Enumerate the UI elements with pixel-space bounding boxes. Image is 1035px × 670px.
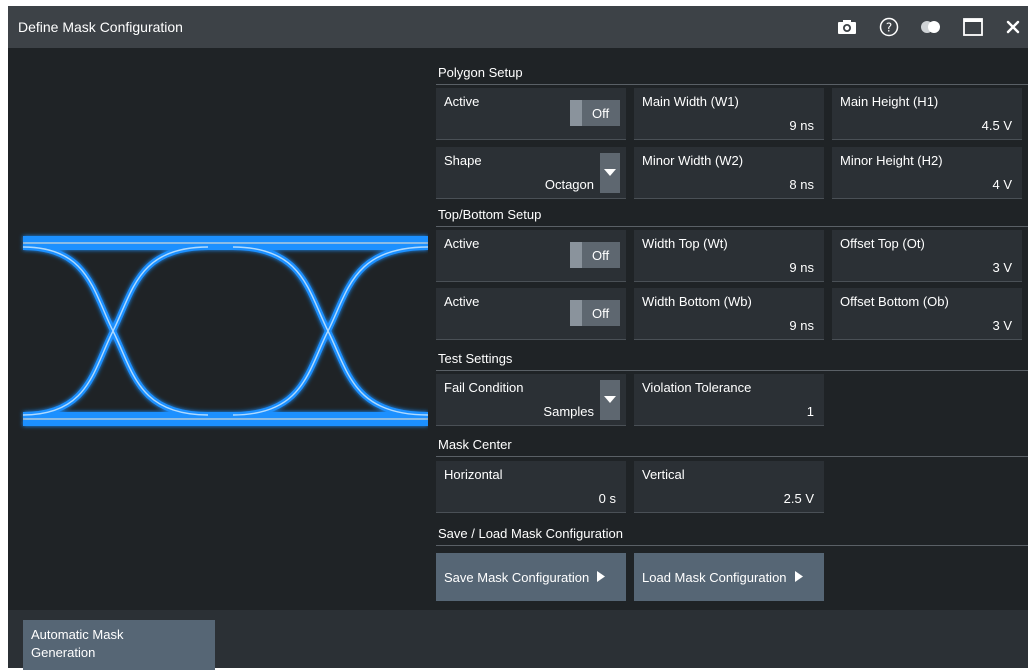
bottom-active-field: Active Off — [436, 288, 626, 340]
automatic-mask-generation-button[interactable]: Automatic Mask Generation — [23, 620, 215, 670]
title-bar: Define Mask Configuration ? — [8, 6, 1028, 48]
section-top-bottom-setup: Top/Bottom Setup — [436, 204, 1028, 227]
width-bottom-field[interactable]: Width Bottom (Wb) 9 ns — [634, 288, 824, 340]
toggle-knob — [570, 100, 582, 126]
camera-icon[interactable] — [836, 16, 858, 38]
polygon-active-field: Active Off — [436, 88, 626, 140]
maximize-icon[interactable] — [962, 16, 984, 38]
fail-condition-dropdown[interactable]: Fail Condition Samples — [436, 374, 626, 426]
play-arrow-icon — [597, 570, 606, 585]
section-save-load: Save / Load Mask Configuration — [436, 523, 1028, 546]
toggle-knob — [570, 242, 582, 268]
vertical-field[interactable]: Vertical 2.5 V — [634, 461, 824, 513]
section-test-settings: Test Settings — [436, 348, 1028, 371]
help-icon[interactable]: ? — [878, 16, 900, 38]
svg-text:?: ? — [886, 21, 892, 35]
violation-tolerance-field[interactable]: Violation Tolerance 1 — [634, 374, 824, 426]
window-title: Define Mask Configuration — [18, 19, 183, 35]
toggle-knob — [570, 300, 582, 326]
shape-dropdown[interactable]: Shape Octagon — [436, 147, 626, 199]
polygon-active-toggle[interactable]: Off — [570, 100, 620, 126]
section-polygon-setup: Polygon Setup — [436, 62, 1028, 85]
eye-diagram-preview — [18, 51, 429, 611]
offset-bottom-field[interactable]: Offset Bottom (Ob) 3 V — [832, 288, 1022, 340]
horizontal-field[interactable]: Horizontal 0 s — [436, 461, 626, 513]
top-active-field: Active Off — [436, 230, 626, 282]
bottom-active-toggle[interactable]: Off — [570, 300, 620, 326]
main-width-field[interactable]: Main Width (W1) 9 ns — [634, 88, 824, 140]
main-height-field[interactable]: Main Height (H1) 4.5 V — [832, 88, 1022, 140]
close-icon[interactable] — [1002, 16, 1024, 38]
play-arrow-icon — [794, 570, 803, 585]
section-mask-center: Mask Center — [436, 434, 1028, 457]
chevron-down-icon[interactable] — [600, 153, 620, 193]
offset-top-field[interactable]: Offset Top (Ot) 3 V — [832, 230, 1022, 282]
toggle-display-icon[interactable] — [920, 16, 942, 38]
bottom-softkey-bar: Automatic Mask Generation — [8, 610, 1028, 670]
chevron-down-icon[interactable] — [600, 380, 620, 420]
top-active-toggle[interactable]: Off — [570, 242, 620, 268]
minor-width-field[interactable]: Minor Width (W2) 8 ns — [634, 147, 824, 199]
minor-height-field[interactable]: Minor Height (H2) 4 V — [832, 147, 1022, 199]
load-mask-config-button[interactable]: Load Mask Configuration — [634, 553, 824, 601]
save-mask-config-button[interactable]: Save Mask Configuration — [436, 553, 626, 601]
mask-config-window: Define Mask Configuration ? Polygon Setu… — [8, 6, 1028, 670]
width-top-field[interactable]: Width Top (Wt) 9 ns — [634, 230, 824, 282]
